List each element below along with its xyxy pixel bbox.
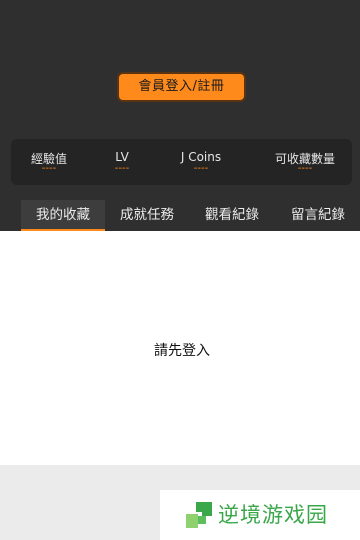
site-watermark: 逆境游戏园 (160, 490, 360, 540)
watermark-text: 逆境游戏园 (218, 503, 328, 527)
stat-jcoins-label: J Coins (180, 150, 222, 164)
stat-favorite-capacity-value: ---- (297, 163, 313, 174)
stat-experience-value: ---- (41, 163, 57, 174)
tab-comment-history[interactable]: 留言紀錄 (282, 200, 354, 231)
stat-experience: 經驗值 ---- (15, 139, 83, 185)
profile-header: 會員登入/註冊 經驗值 ---- LV ---- J Coins ---- 可收… (0, 0, 360, 231)
stat-level: LV ---- (97, 139, 147, 185)
watermark-logo-icon (186, 502, 212, 528)
tab-content: 請先登入 (0, 231, 360, 465)
tab-achievements[interactable]: 成就任務 (111, 200, 183, 231)
stat-jcoins: J Coins ---- (166, 139, 236, 185)
tab-favorites[interactable]: 我的收藏 (21, 200, 105, 231)
stat-level-value: ---- (114, 163, 130, 174)
stats-card: 經驗值 ---- LV ---- J Coins ---- 可收藏數量 ---- (11, 139, 352, 185)
stat-level-label: LV (115, 150, 129, 164)
login-register-button[interactable]: 會員登入/註冊 (117, 72, 246, 102)
tab-watch-history[interactable]: 觀看紀錄 (196, 200, 268, 231)
stat-jcoins-value: ---- (193, 163, 209, 174)
stat-favorite-capacity: 可收藏數量 ---- (267, 139, 343, 185)
profile-tabs: 我的收藏 成就任務 觀看紀錄 留言紀錄 (0, 200, 360, 231)
login-prompt-message: 請先登入 (154, 343, 210, 359)
